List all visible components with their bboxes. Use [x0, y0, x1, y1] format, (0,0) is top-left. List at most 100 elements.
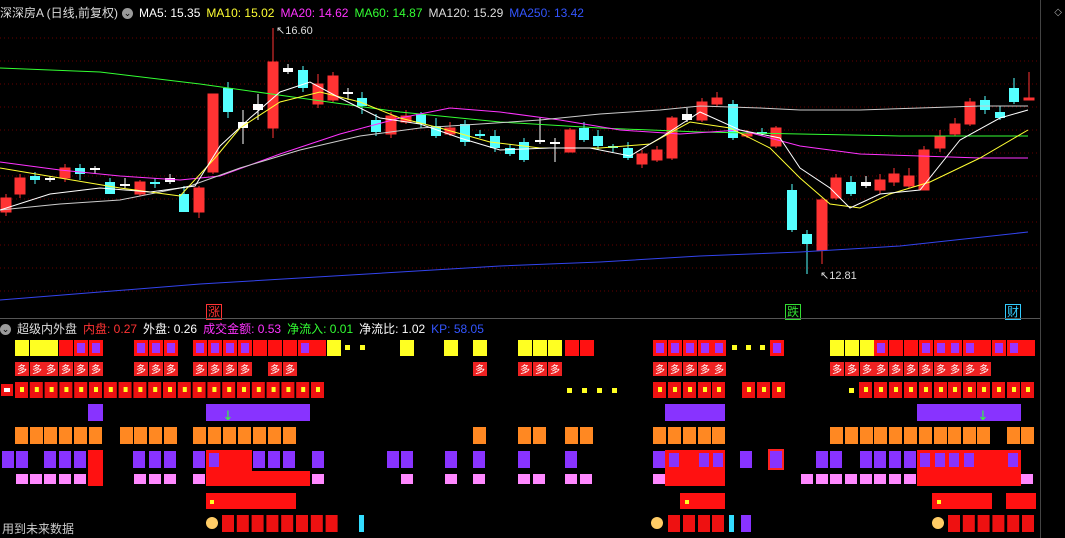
indicator-block — [830, 427, 843, 444]
candle[interactable] — [0, 194, 12, 216]
candle[interactable] — [728, 100, 738, 140]
candle[interactable] — [298, 66, 308, 92]
indicator-block — [668, 515, 680, 532]
candle[interactable] — [179, 186, 189, 212]
indicator-block — [196, 343, 204, 353]
candle[interactable] — [550, 138, 560, 162]
indicator-block — [845, 340, 859, 356]
candle[interactable] — [134, 180, 146, 196]
indicator-block — [283, 427, 296, 444]
candle[interactable] — [120, 178, 130, 188]
indicator-block — [1006, 493, 1036, 509]
indicator-block — [982, 387, 986, 392]
candle[interactable] — [980, 96, 990, 114]
candle[interactable] — [816, 198, 828, 264]
indicator-block — [879, 387, 883, 392]
candle[interactable] — [608, 144, 618, 152]
candle[interactable] — [874, 174, 886, 194]
candle[interactable] — [861, 176, 871, 188]
candle[interactable] — [651, 146, 663, 162]
indicator-block — [658, 387, 662, 392]
candle[interactable] — [964, 98, 976, 126]
candle[interactable] — [696, 98, 708, 122]
indicator-block — [977, 515, 990, 532]
indicator-block — [963, 427, 976, 444]
money-bag-icon — [932, 517, 944, 529]
candle[interactable] — [888, 168, 900, 186]
indicator-block — [74, 474, 86, 484]
duo-label: 多 — [862, 363, 872, 376]
candle[interactable] — [949, 118, 961, 136]
duo-label: 多 — [670, 363, 680, 376]
indicator-block — [904, 474, 916, 484]
candle[interactable] — [830, 174, 842, 200]
duo-label: 多 — [936, 363, 946, 376]
candle[interactable] — [636, 150, 648, 168]
indicator-block — [816, 474, 828, 484]
low-price-value: 12.81 — [829, 270, 857, 282]
footer-note: 用到未来数据 — [2, 522, 75, 536]
candle[interactable] — [903, 168, 915, 188]
indicator-block — [997, 387, 1001, 392]
indicator-block — [473, 427, 486, 444]
indicator-block — [316, 387, 320, 392]
indicator-block — [133, 451, 145, 468]
candle[interactable] — [444, 122, 456, 136]
candle[interactable] — [327, 72, 339, 102]
indicator-block — [917, 404, 1021, 421]
indicator-block — [193, 427, 206, 444]
candle[interactable] — [711, 92, 723, 106]
expand-icon[interactable]: ◇ — [1054, 7, 1062, 18]
indicator-block — [15, 340, 29, 356]
duo-label: 多 — [240, 363, 250, 376]
candle[interactable] — [460, 120, 470, 146]
candle[interactable] — [1009, 78, 1019, 104]
indicator-block — [256, 387, 261, 392]
panel-divider[interactable] — [0, 318, 1040, 319]
candle[interactable] — [593, 130, 603, 150]
high-price-label: ↖16.60 — [276, 25, 313, 37]
indicator-block — [909, 387, 913, 392]
indicator-block — [34, 387, 39, 392]
candle[interactable] — [1023, 72, 1035, 101]
duo-label: 多 — [270, 363, 280, 376]
candle[interactable] — [283, 64, 293, 74]
candle[interactable] — [846, 176, 856, 196]
candle[interactable] — [666, 116, 678, 160]
indicator-block — [445, 451, 457, 468]
candle[interactable] — [934, 130, 946, 152]
candle[interactable] — [787, 184, 797, 232]
indicator-block — [153, 387, 158, 392]
candle[interactable] — [267, 28, 279, 138]
candle[interactable] — [475, 130, 485, 138]
indicator-block — [877, 343, 885, 353]
duo-label: 多 — [210, 363, 220, 376]
indicator-block — [401, 451, 413, 468]
indicator-block — [209, 453, 219, 467]
indicator-block — [768, 449, 784, 470]
high-price-value: 16.60 — [285, 25, 313, 37]
indicator-block — [665, 404, 725, 421]
candle[interactable] — [535, 118, 545, 144]
indicator-chart: 多多多多多多多多多多多多多多多多多多多多多多多多多多多多多多多多多多多↓ ↓ — [1, 340, 1036, 532]
indicator-block — [16, 474, 28, 484]
candle[interactable] — [150, 178, 160, 188]
candle[interactable] — [238, 110, 248, 144]
indicator-block — [206, 493, 296, 509]
candle[interactable] — [623, 142, 633, 160]
indicator-block — [565, 474, 577, 484]
duo-label: 多 — [847, 363, 857, 376]
indicator-block — [845, 427, 858, 444]
money-bag-icon — [651, 517, 663, 529]
duo-label: 多 — [965, 363, 975, 376]
indicator-block — [668, 427, 681, 444]
candle[interactable] — [193, 186, 205, 218]
indicator-block — [312, 451, 324, 468]
indicator-block — [992, 515, 1005, 532]
indicator-block — [715, 343, 723, 353]
candle[interactable] — [312, 74, 324, 108]
candle[interactable] — [14, 174, 26, 198]
duo-label: 多 — [700, 363, 710, 376]
candle[interactable] — [519, 138, 529, 162]
indicator-block — [59, 427, 72, 444]
